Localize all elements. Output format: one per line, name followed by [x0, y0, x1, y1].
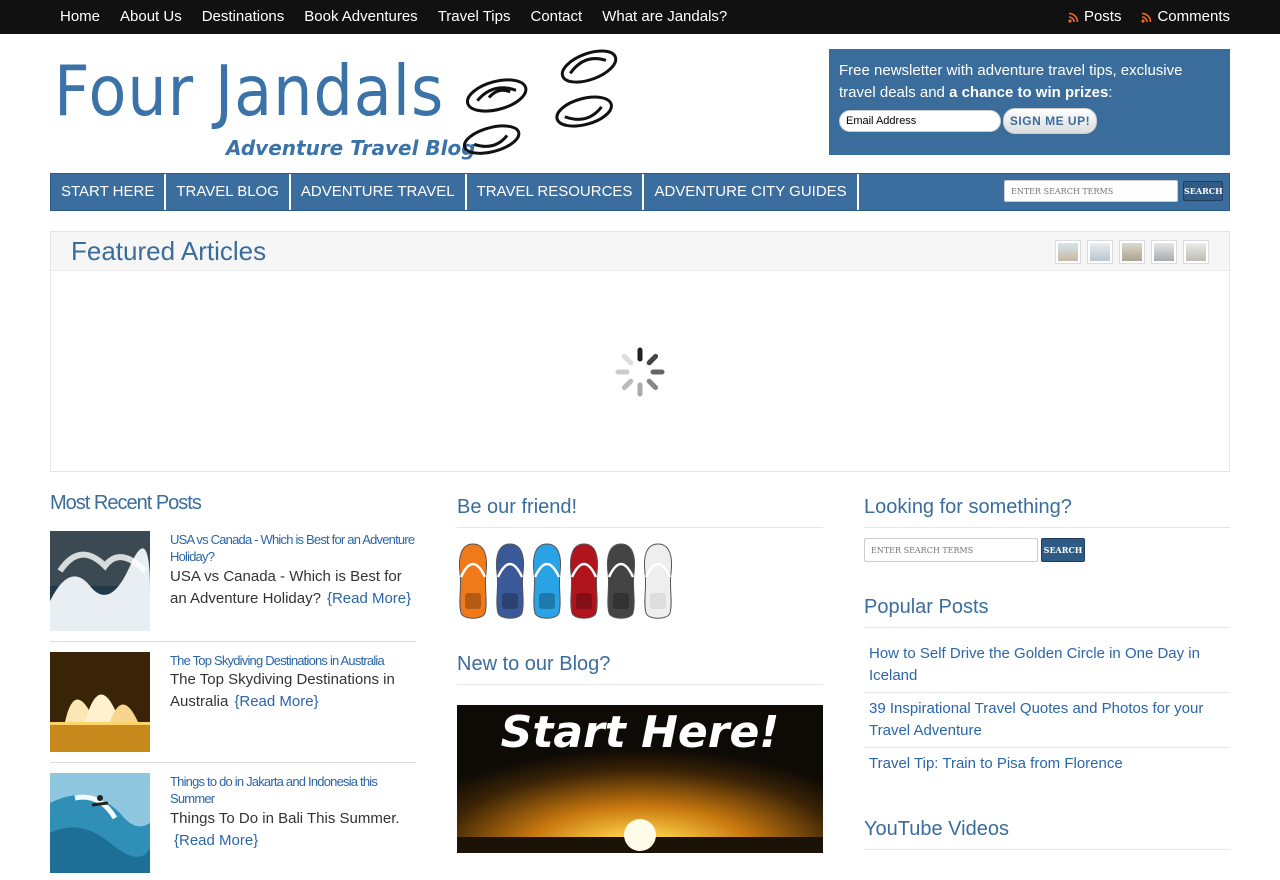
start-here-banner[interactable]: Start Here! [457, 705, 823, 853]
featured-thumb[interactable] [1151, 240, 1177, 264]
email-field[interactable] [839, 110, 1001, 132]
read-more-link[interactable]: {Read More} [174, 832, 258, 849]
site-logo[interactable]: Four Jandals Adventure Travel Blog [50, 48, 640, 170]
newsletter-text-bold: a chance to win prizes [949, 84, 1109, 101]
featured-header: Featured Articles [51, 232, 1229, 271]
post-thumbnail[interactable] [50, 773, 150, 873]
featured-thumb[interactable] [1055, 240, 1081, 264]
topnav-contact[interactable]: Contact [520, 0, 592, 34]
loading-spinner-icon [615, 347, 665, 397]
featured-thumb[interactable] [1119, 240, 1145, 264]
popular-posts-list: How to Self Drive the Golden Circle in O… [864, 638, 1230, 780]
search-section-title: Looking for something? [864, 492, 1230, 528]
comments-feed-label: Comments [1157, 8, 1230, 25]
comments-feed-link[interactable]: Comments [1131, 0, 1230, 34]
featured-thumb[interactable] [1087, 240, 1113, 264]
new-to-blog: New to our Blog? Start Here! [457, 649, 823, 853]
rss-icon[interactable] [457, 543, 489, 621]
read-more-link[interactable]: {Read More} [327, 590, 411, 607]
sidebar-search-input[interactable] [864, 538, 1038, 562]
posts-feed-link[interactable]: Posts [1058, 0, 1122, 34]
popular-posts-title: Popular Posts [864, 592, 1230, 628]
mainnav-adventure-travel[interactable]: ADVENTURE TRAVEL [291, 174, 467, 210]
mainnav-travel-resources[interactable]: TRAVEL RESOURCES [467, 174, 645, 210]
post-excerpt: The Top Skydiving Destinations in Austra… [170, 669, 416, 713]
nav-search: SEARCH [1004, 180, 1223, 202]
topnav-travel-tips[interactable]: Travel Tips [428, 0, 521, 34]
popular-post-link[interactable]: How to Self Drive the Golden Circle in O… [864, 638, 1230, 693]
read-more-link[interactable]: {Read More} [234, 693, 318, 710]
newsletter-text-suffix: : [1108, 84, 1113, 101]
post-thumbnail[interactable] [50, 531, 150, 631]
featured-articles: Featured Articles [50, 231, 1230, 472]
social-links [457, 543, 823, 621]
rss-icon [1141, 11, 1153, 23]
posts-feed-label: Posts [1083, 8, 1122, 25]
youtube-videos-title: YouTube Videos [864, 814, 1230, 850]
post-excerpt: USA vs Canada - Which is Best for an Adv… [170, 566, 416, 610]
topnav-what-are-jandals[interactable]: What are Jandals? [592, 0, 737, 34]
post-title-link[interactable]: The Top Skydiving Destinations in Austra… [170, 652, 416, 669]
featured-thumb[interactable] [1183, 240, 1209, 264]
topnav-book-adventures[interactable]: Book Adventures [294, 0, 427, 34]
sidebar-search: SEARCH [864, 538, 1230, 562]
topnav-destinations[interactable]: Destinations [192, 0, 295, 34]
mainnav-start-here[interactable]: START HERE [51, 174, 167, 210]
post-excerpt-text: Things To Do in Bali This Summer. [170, 810, 400, 827]
mainnav-travel-blog[interactable]: TRAVEL BLOG [166, 174, 291, 210]
sidebar-search-button[interactable]: SEARCH [1041, 538, 1085, 562]
be-our-friend: Be our friend! New to our Blog? Start He… [457, 492, 823, 853]
main-nav: START HERE TRAVEL BLOG ADVENTURE TRAVEL … [50, 173, 1230, 211]
twitter-icon[interactable] [531, 543, 563, 621]
post-thumbnail[interactable] [50, 652, 150, 752]
mainnav-adventure-city-guides[interactable]: ADVENTURE CITY GUIDES [644, 174, 859, 210]
popular-posts: Popular Posts How to Self Drive the Gold… [864, 592, 1230, 780]
topnav-about-us[interactable]: About Us [110, 0, 192, 34]
jandals-logo-icon [462, 49, 618, 155]
facebook-icon[interactable] [494, 543, 526, 621]
most-recent-posts: Most Recent Posts USA vs Canada - Which … [50, 492, 416, 880]
start-here-text: Start Here! [500, 707, 780, 758]
google-plus-icon[interactable] [605, 543, 637, 621]
list-item: The Top Skydiving Destinations in Austra… [50, 652, 416, 763]
feed-links: Posts Comments [1048, 0, 1230, 34]
nav-search-input[interactable] [1004, 180, 1178, 202]
youtube-icon[interactable] [642, 543, 674, 621]
sign-me-up-button[interactable]: SIGN ME UP! [1003, 108, 1097, 134]
featured-thumbnails [1049, 240, 1209, 264]
popular-post-link[interactable]: Travel Tip: Train to Pisa from Florence [864, 748, 1230, 780]
featured-title: Featured Articles [71, 236, 267, 266]
newsletter-box: Free newsletter with adventure travel ti… [829, 49, 1230, 155]
sidebar: Looking for something? SEARCH Popular Po… [864, 492, 1230, 850]
popular-post-link[interactable]: 39 Inspirational Travel Quotes and Photo… [864, 693, 1230, 748]
logo-title: Four Jandals [54, 50, 445, 132]
rss-icon [1067, 11, 1079, 23]
be-our-friend-title: Be our friend! [457, 492, 823, 528]
list-item: Things to do in Jakarta and Indonesia th… [50, 773, 416, 880]
top-bar: Home About Us Destinations Book Adventur… [0, 0, 1280, 34]
pinterest-icon[interactable] [568, 543, 600, 621]
new-to-blog-title: New to our Blog? [457, 649, 823, 685]
nav-search-button[interactable]: SEARCH [1183, 181, 1223, 201]
newsletter-text: Free newsletter with adventure travel ti… [839, 60, 1220, 104]
post-title-link[interactable]: USA vs Canada - Which is Best for an Adv… [170, 531, 416, 565]
recent-posts-title: Most Recent Posts [50, 492, 202, 514]
post-excerpt: Things To Do in Bali This Summer. {Read M… [170, 808, 416, 852]
post-title-link[interactable]: Things to do in Jakarta and Indonesia th… [170, 773, 416, 807]
youtube-videos: YouTube Videos [864, 814, 1230, 850]
newsletter-form: SIGN ME UP! [839, 108, 1097, 134]
top-nav: Home About Us Destinations Book Adventur… [50, 0, 737, 34]
list-item: USA vs Canada - Which is Best for an Adv… [50, 531, 416, 642]
logo-subtitle: Adventure Travel Blog [226, 136, 476, 160]
topnav-home[interactable]: Home [50, 0, 110, 34]
